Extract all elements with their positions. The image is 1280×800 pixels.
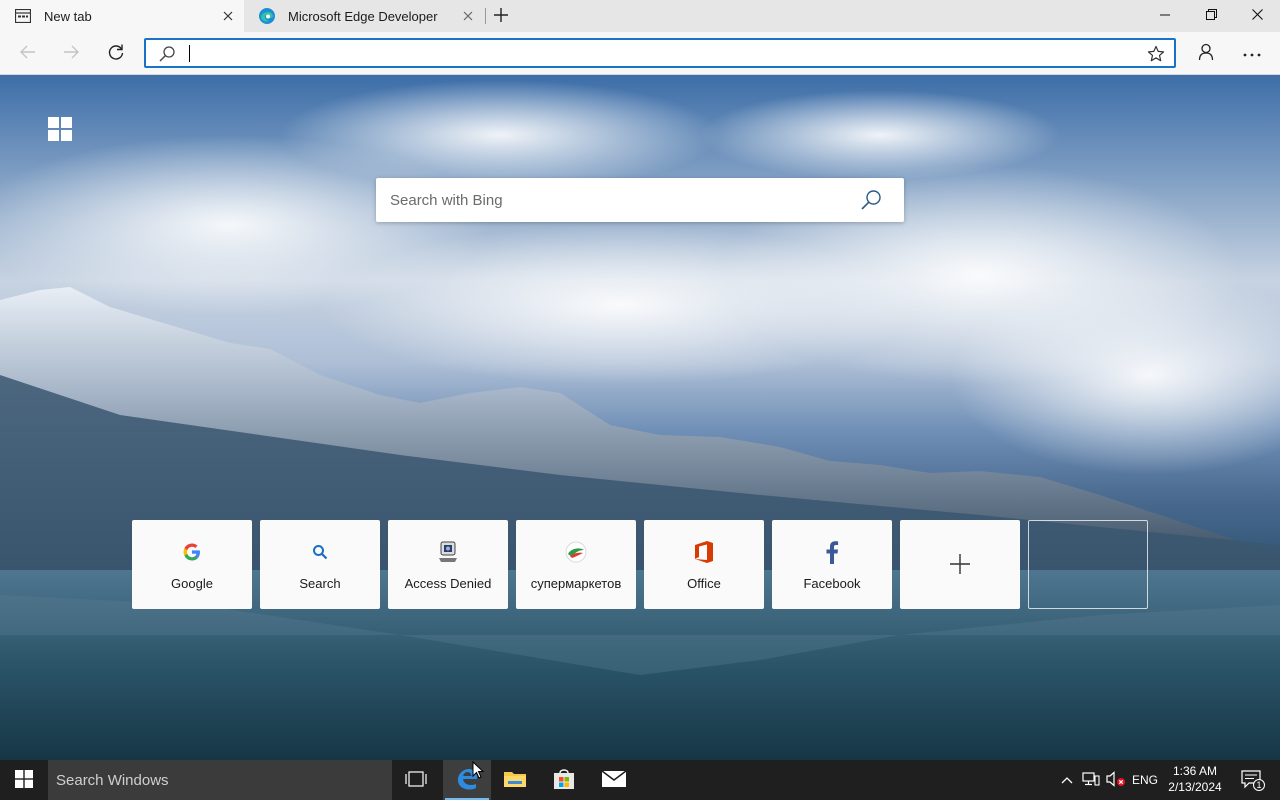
arrow-left-icon xyxy=(20,45,36,62)
taskbar-search-text: Search Windows xyxy=(56,771,169,789)
task-view-button[interactable] xyxy=(392,760,440,800)
windows-start-icon xyxy=(15,769,33,791)
office-icon xyxy=(692,540,716,564)
file-explorer-icon xyxy=(503,769,527,792)
new-tab-page: Google Search Access Denied супермаркето… xyxy=(0,75,1280,760)
bing-search-box[interactable] xyxy=(376,178,904,222)
start-button[interactable] xyxy=(0,760,48,800)
arrow-right-icon xyxy=(63,45,79,62)
minimize-icon xyxy=(1160,9,1170,23)
tab-title: Microsoft Edge Developer xyxy=(288,8,438,24)
restore-button[interactable] xyxy=(1188,0,1234,32)
task-view-icon xyxy=(405,770,427,790)
volume-muted-icon xyxy=(1106,770,1126,790)
tab-title: New tab xyxy=(44,8,92,24)
store-icon xyxy=(552,767,576,794)
refresh-button[interactable] xyxy=(99,37,133,69)
ellipsis-icon xyxy=(1243,46,1261,60)
language-indicator: ENG xyxy=(1131,773,1158,787)
top-site-label: супермаркетов xyxy=(530,576,622,591)
minimize-button[interactable] xyxy=(1142,0,1188,32)
edge-icon xyxy=(258,7,276,25)
top-site-facebook[interactable]: Facebook xyxy=(772,520,892,609)
refresh-icon xyxy=(107,43,125,64)
top-site-access-denied[interactable]: Access Denied xyxy=(388,520,508,609)
close-tab-icon[interactable] xyxy=(456,4,480,28)
top-site-supermarket[interactable]: супермаркетов xyxy=(516,520,636,609)
restore-icon xyxy=(1205,9,1217,23)
tab-divider xyxy=(485,8,486,24)
top-site-label: Google xyxy=(171,576,213,591)
forward-button[interactable] xyxy=(54,37,88,69)
close-window-button[interactable] xyxy=(1234,0,1280,32)
text-caret xyxy=(189,45,190,62)
google-icon xyxy=(180,540,204,564)
clock-date: 2/13/2024 xyxy=(1168,780,1222,794)
favorite-star-icon[interactable] xyxy=(1146,44,1166,64)
bing-search-input[interactable] xyxy=(390,188,850,212)
top-site-google[interactable]: Google xyxy=(132,520,252,609)
mail-icon xyxy=(601,769,627,792)
more-options-button[interactable] xyxy=(1235,37,1269,69)
notification-icon: 1 xyxy=(1241,770,1265,791)
search-icon xyxy=(308,540,332,564)
supermarket-icon xyxy=(564,540,588,564)
mouse-cursor-icon xyxy=(472,761,484,779)
taskbar-clock[interactable]: 1:36 AM 2/13/2024 xyxy=(1162,763,1228,797)
address-bar[interactable] xyxy=(144,38,1176,68)
close-icon xyxy=(1251,9,1263,23)
search-icon[interactable] xyxy=(860,189,882,211)
taskbar-search-box[interactable]: Search Windows xyxy=(48,760,392,800)
notification-count-badge: 1 xyxy=(1253,779,1265,791)
empty-top-site-slot xyxy=(1028,520,1148,609)
add-top-site-button[interactable] xyxy=(900,520,1020,609)
windows-logo-icon xyxy=(48,117,72,141)
back-button[interactable] xyxy=(11,37,45,69)
plus-icon xyxy=(948,552,972,576)
file-explorer-button[interactable] xyxy=(491,760,539,800)
access-denied-icon xyxy=(436,540,460,564)
browser-toolbar xyxy=(0,32,1280,75)
tab-new-tab[interactable]: New tab xyxy=(0,0,244,32)
top-site-label: Search xyxy=(299,576,341,591)
tab-microsoft-edge-developer[interactable]: Microsoft Edge Developer xyxy=(244,0,484,32)
top-site-label: Facebook xyxy=(803,576,861,591)
new-tab-button[interactable] xyxy=(488,3,514,29)
profile-button[interactable] xyxy=(1189,37,1223,69)
top-sites-grid: Google Search Access Denied супермаркето… xyxy=(132,520,1148,609)
close-tab-icon[interactable] xyxy=(216,4,240,28)
address-input[interactable] xyxy=(188,42,1128,64)
mail-button[interactable] xyxy=(590,760,638,800)
newtab-page-icon xyxy=(14,7,32,25)
top-site-label: Access Denied xyxy=(404,576,492,591)
top-site-label: Office xyxy=(687,576,721,591)
chevron-up-icon xyxy=(1061,773,1073,787)
top-site-search[interactable]: Search xyxy=(260,520,380,609)
taskbar: Search Windows ENG 1:36 AM 2/13/2024 1 xyxy=(0,760,1280,800)
plus-icon xyxy=(494,7,508,25)
facebook-icon xyxy=(820,540,844,564)
network-icon xyxy=(1082,771,1100,790)
profile-icon xyxy=(1198,43,1214,64)
tab-strip: New tab Microsoft Edge Developer xyxy=(0,0,1280,32)
top-site-office[interactable]: Office xyxy=(644,520,764,609)
clock-time: 1:36 AM xyxy=(1172,764,1218,778)
volume-button[interactable] xyxy=(1104,760,1128,800)
search-icon xyxy=(158,45,176,63)
show-hidden-icons-button[interactable] xyxy=(1058,760,1076,800)
store-button[interactable] xyxy=(540,760,588,800)
action-center-button[interactable]: 1 xyxy=(1232,760,1272,800)
input-language-button[interactable]: ENG xyxy=(1130,760,1160,800)
network-button[interactable] xyxy=(1080,760,1102,800)
